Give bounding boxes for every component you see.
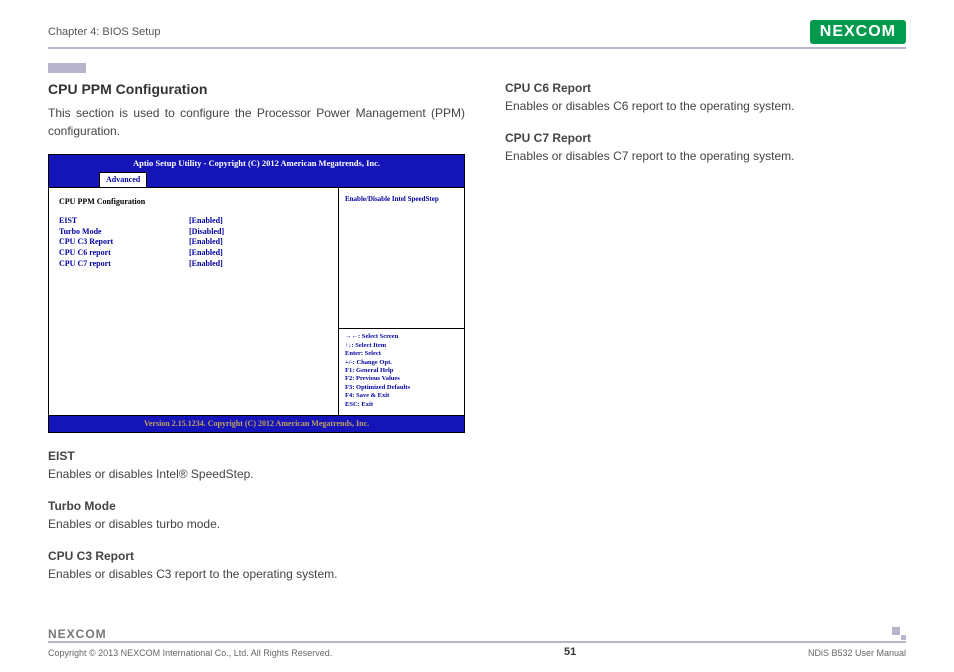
bios-tab-advanced[interactable]: Advanced <box>99 172 147 187</box>
bios-versionbar: Version 2.15.1234. Copyright (C) 2012 Am… <box>49 415 464 432</box>
bios-titlebar: Aptio Setup Utility - Copyright (C) 2012… <box>49 155 464 172</box>
bios-tab-row: Advanced <box>49 172 464 187</box>
footer-rule <box>48 641 906 643</box>
c6-heading: CPU C6 Report <box>505 79 906 97</box>
c3-heading: CPU C3 Report <box>48 547 465 565</box>
bios-row[interactable]: CPU C3 Report[Enabled] <box>59 237 328 248</box>
c6-text: Enables or disables C6 report to the ope… <box>505 97 906 115</box>
bios-right-pane: Enable/Disable Intel SpeedStep →←: Selec… <box>339 188 464 415</box>
eist-heading: EIST <box>48 447 465 465</box>
eist-text: Enables or disables Intel® SpeedStep. <box>48 465 465 483</box>
bios-help-top: Enable/Disable Intel SpeedStep <box>345 194 458 205</box>
bios-row[interactable]: EIST[Enabled] <box>59 216 328 227</box>
c3-text: Enables or disables C3 report to the ope… <box>48 565 465 583</box>
footer-logo: NEXCOM <box>48 627 906 641</box>
bios-row[interactable]: Turbo Mode[Disabled] <box>59 227 328 238</box>
section-intro: This section is used to configure the Pr… <box>48 104 465 140</box>
accent-block <box>48 63 86 73</box>
turbo-heading: Turbo Mode <box>48 497 465 515</box>
footer-copyright: Copyright © 2013 NEXCOM International Co… <box>48 648 332 658</box>
bios-screenshot: Aptio Setup Utility - Copyright (C) 2012… <box>48 154 465 433</box>
bios-row[interactable]: CPU C7 report[Enabled] <box>59 259 328 270</box>
turbo-text: Enables or disables turbo mode. <box>48 515 465 533</box>
footer-manual: NDiS B532 User Manual <box>808 648 906 658</box>
brand-logo: NEXCOM <box>810 20 906 44</box>
header-rule <box>48 47 906 49</box>
c7-heading: CPU C7 Report <box>505 129 906 147</box>
bios-row[interactable]: CPU C6 report[Enabled] <box>59 248 328 259</box>
bios-left-pane: CPU PPM Configuration EIST[Enabled] Turb… <box>49 188 339 415</box>
section-title: CPU PPM Configuration <box>48 79 465 100</box>
c7-text: Enables or disables C7 report to the ope… <box>505 147 906 165</box>
bios-help-keys: →←: Select Screen ↑↓: Select Item Enter:… <box>345 333 458 409</box>
bios-heading: CPU PPM Configuration <box>59 196 328 208</box>
chapter-label: Chapter 4: BIOS Setup <box>48 26 161 38</box>
page-number: 51 <box>332 646 808 658</box>
